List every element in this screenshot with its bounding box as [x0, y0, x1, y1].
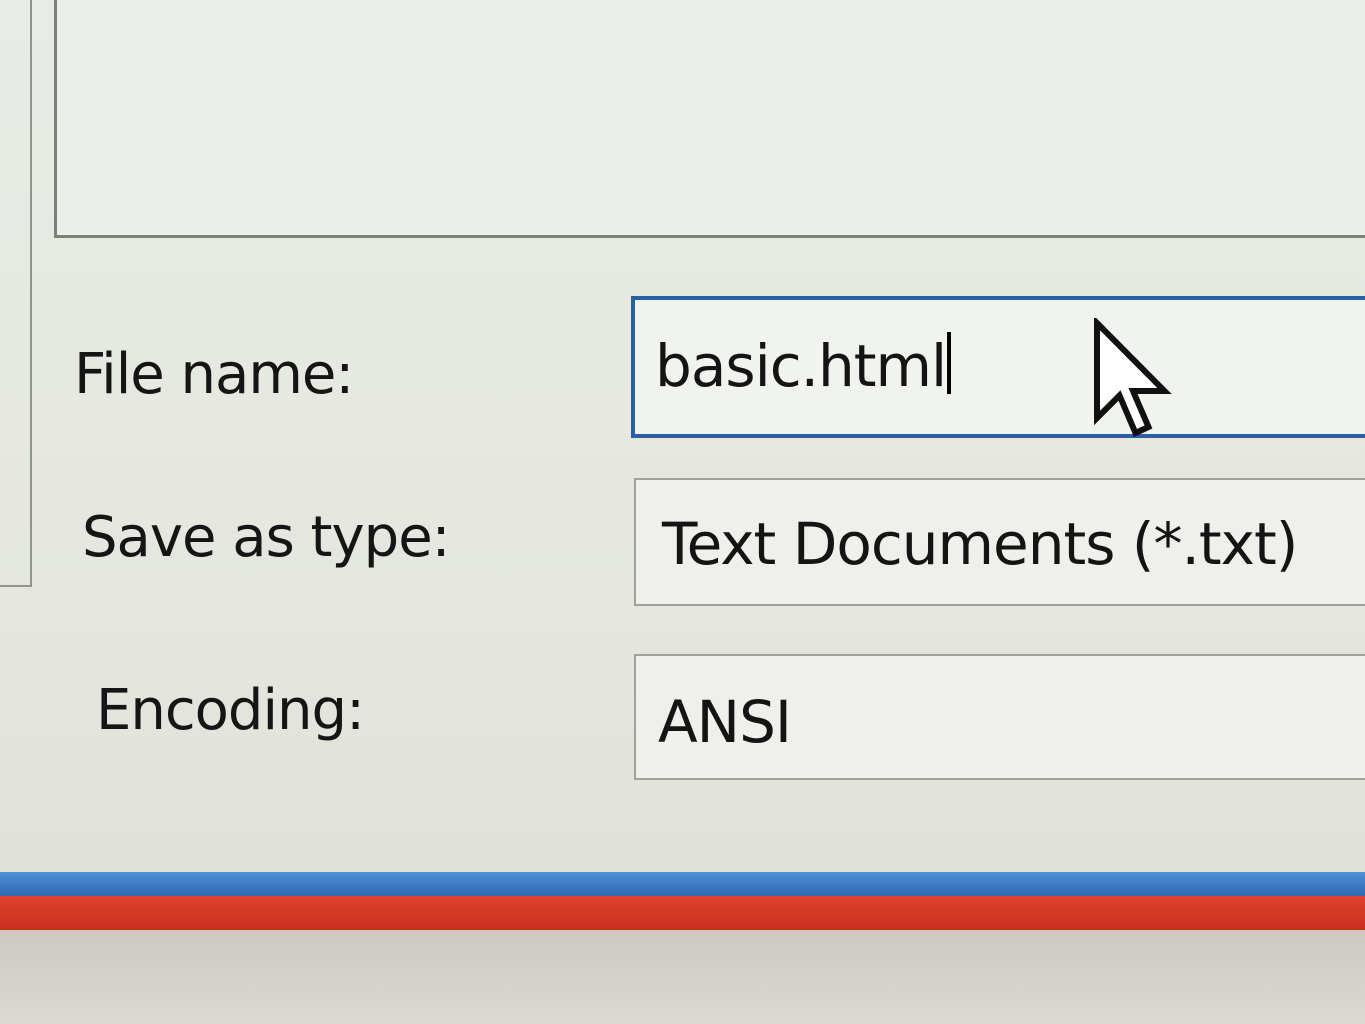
encoding-select[interactable]: ANSI [634, 654, 1365, 780]
file-name-label: File name: [74, 342, 354, 407]
file-list-panel[interactable] [54, 0, 1365, 238]
encoding-label: Encoding: [96, 678, 365, 743]
window-border-blue [0, 872, 1365, 896]
desktop-area [0, 930, 1365, 1024]
save-as-dialog: File name: basic.html Save as type: Text… [0, 0, 1365, 1024]
navigation-pane-edge [0, 0, 32, 587]
window-border-red [0, 896, 1365, 930]
text-caret [947, 332, 952, 394]
mouse-pointer-icon [1094, 318, 1172, 438]
file-name-input[interactable]: basic.html [631, 296, 1365, 438]
save-as-type-value: Text Documents (*.txt) [662, 510, 1298, 578]
save-as-type-select[interactable]: Text Documents (*.txt) [634, 478, 1365, 606]
save-as-type-label: Save as type: [82, 505, 451, 570]
file-name-value: basic.html [655, 332, 947, 400]
encoding-value: ANSI [658, 688, 792, 756]
